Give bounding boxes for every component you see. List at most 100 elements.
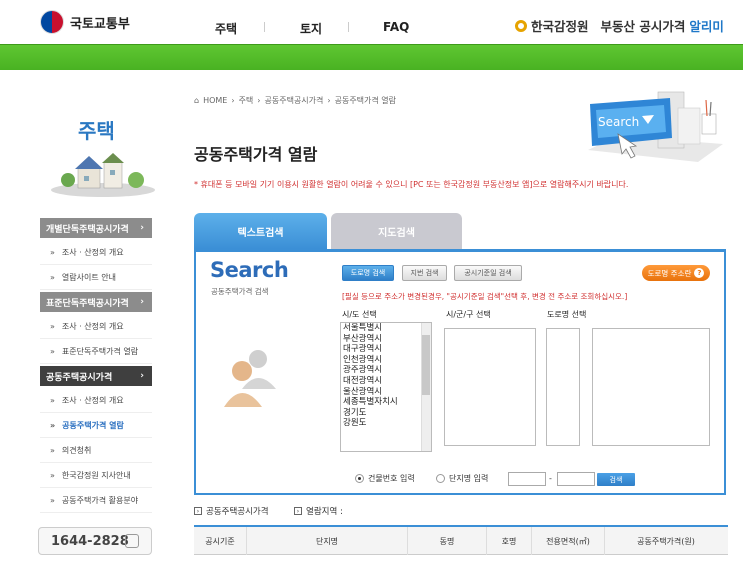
breadcrumb-sep: › (257, 96, 261, 105)
brand[interactable]: 한국감정원 부동산 공시가격 알리미 (515, 16, 724, 35)
list-item[interactable]: 대구광역시 (341, 344, 431, 355)
mobile-notice: * 휴대폰 등 모바일 기기 이용시 원활한 열람이 어려울 수 있으니 [PC… (194, 180, 629, 189)
list-item[interactable]: 부산광역시 (341, 334, 431, 345)
agency-name: 한국감정원 (531, 19, 589, 34)
list-item[interactable]: 광주광역시 (341, 365, 431, 376)
bullet-icon: » (50, 470, 55, 480)
road-address-help-button[interactable]: 도로명 주소란 ? (642, 265, 710, 281)
person-silhouette-icon (224, 350, 276, 407)
bullet-icon: » (50, 395, 55, 405)
radio-label: 단지명 입력 (449, 474, 489, 483)
nav-housing[interactable]: 주택 (215, 20, 237, 37)
scrollbar-thumb[interactable] (422, 335, 430, 395)
search-submit-button[interactable]: 검색 (597, 473, 635, 486)
section-bullet-icon: › (294, 507, 302, 515)
section-area: › 열람지역 : (294, 505, 343, 517)
scrollbar[interactable] (421, 323, 431, 451)
lot-search-button[interactable]: 지번 검색 (402, 265, 447, 281)
phone-number-box: 1644-2828 (38, 527, 152, 555)
phone-icon (125, 534, 139, 548)
col-price: 공동주택가격(원) (637, 537, 695, 546)
road-label: 도로명 선택 (547, 310, 587, 319)
nav-faq[interactable]: FAQ (383, 20, 409, 34)
tab-map-search[interactable]: 지도검색 (331, 213, 462, 249)
sidebar-item-overview[interactable]: » 조사 · 산정의 개요 (40, 240, 152, 265)
dash-separator: - (549, 474, 552, 483)
col-dong: 동명 (439, 537, 455, 546)
sido-listbox[interactable]: 서울특별시 부산광역시 대구광역시 인천광역시 광주광역시 대전광역시 울산광역… (340, 322, 432, 452)
building-number-main-input[interactable] (508, 472, 546, 486)
sidebar-item-branch[interactable]: » 한국감정원 지사안내 (40, 463, 152, 488)
sidebar-item-site-guide[interactable]: » 열람사이트 안내 (40, 265, 152, 290)
sidebar-item-label: 공동주택가격 활용분야 (61, 495, 139, 505)
road-search-button[interactable]: 도로명 검색 (342, 265, 394, 281)
list-item[interactable]: 서울특별시 (341, 323, 431, 334)
nav-divider (264, 22, 265, 32)
sidebar-item-label: 열람사이트 안내 (61, 272, 116, 282)
page-title: 공동주택가격 열람 (194, 145, 318, 164)
breadcrumb: ⌂ HOME › 주택 › 공동주택공시가격 › 공동주택가격 열람 (194, 95, 396, 106)
address-change-warning: [필실 등으로 주소가 변경된경우, "공시기준일 검색"선택 후, 변경 전 … (342, 292, 628, 301)
road-help-label: 도로명 주소란 (647, 268, 692, 278)
banner-search-text: Search (598, 115, 639, 129)
list-item[interactable]: 울산광역시 (341, 387, 431, 398)
page: 국토교통부 주택 토지 FAQ 한국감정원 부동산 공시가격 알리미 주택 개별… (0, 0, 743, 567)
list-item[interactable]: 경기도 (341, 408, 431, 419)
sidebar-group-apartment[interactable]: 공동주택공시가격 › (40, 366, 152, 386)
road-initial-listbox[interactable] (546, 328, 580, 446)
section-bullet-icon: › (194, 507, 202, 515)
sidebar-item-overview[interactable]: » 조사 · 산정의 개요 (40, 388, 152, 413)
sidebar-item-apartment-view[interactable]: » 공동주택가격 열람 (40, 413, 152, 438)
bullet-icon: » (50, 321, 55, 331)
sidebar-group-individual[interactable]: 개별단독주택공시가격 › (40, 218, 152, 238)
radio-button[interactable] (436, 474, 445, 483)
sido-label: 시/도 선택 (342, 310, 377, 319)
col-ho: 호명 (501, 537, 517, 546)
search-banner-illustration: Search (588, 91, 723, 162)
sidebar-group-standard[interactable]: 표준단독주택공시가격 › (40, 292, 152, 312)
tab-text-search[interactable]: 텍스트검색 (194, 213, 327, 249)
list-item[interactable]: 인천광역시 (341, 355, 431, 366)
sidebar-item-label: 의견청취 (61, 445, 92, 455)
question-icon: ? (694, 268, 705, 278)
list-item[interactable]: 세종특별자치시 (341, 397, 431, 408)
radio-complex-name[interactable]: 단지명 입력 (436, 473, 488, 484)
ministry-name: 국토교통부 (70, 16, 130, 32)
nav-divider (348, 22, 349, 32)
sidebar-title: 주택 (78, 119, 115, 143)
breadcrumb-apartment[interactable]: 공동주택공시가격 (265, 95, 324, 106)
sidebar-item-label: 표준단독주택가격 열람 (61, 346, 139, 356)
sidebar-group-label: 공동주택공시가격 (46, 372, 113, 383)
sidebar-item-overview[interactable]: » 조사 · 산정의 개요 (40, 314, 152, 339)
green-banner-bar (0, 44, 743, 70)
radio-button-checked[interactable] (355, 474, 364, 483)
road-listbox[interactable] (592, 328, 710, 446)
col-date: 공시기준 (205, 537, 235, 546)
radio-building-number[interactable]: 건물번호 입력 (355, 473, 415, 484)
list-item[interactable]: 대전광역시 (341, 376, 431, 387)
breadcrumb-home[interactable]: HOME (203, 96, 227, 105)
search-heading: Search (210, 258, 289, 282)
date-search-button[interactable]: 공시기준일 검색 (454, 265, 522, 281)
sidebar-item-usage[interactable]: » 공동주택가격 활용분야 (40, 488, 152, 513)
section-area-label: 열람지역 : (306, 507, 343, 517)
breadcrumb-housing[interactable]: 주택 (239, 95, 254, 106)
sigungu-listbox[interactable] (444, 328, 536, 446)
taegeuk-emblem-icon (40, 10, 64, 34)
sidebar-item-standard-view[interactable]: » 표준단독주택가격 열람 (40, 339, 152, 364)
list-item[interactable]: 강원도 (341, 418, 431, 429)
ministry-logo[interactable]: 국토교통부 (40, 10, 130, 34)
sidebar-item-label: 조사 · 산정의 개요 (61, 247, 124, 257)
breadcrumb-sep: › (231, 96, 235, 105)
chevron-right-icon: › (140, 371, 144, 381)
sidebar-group-label: 개별단독주택공시가격 (46, 224, 129, 235)
service-highlight: 알리미 (689, 19, 724, 34)
bullet-icon: » (50, 445, 55, 455)
sidebar-item-label: 조사 · 산정의 개요 (61, 395, 124, 405)
sidebar-item-opinion[interactable]: » 의견청취 (40, 438, 152, 463)
col-area: 전용면적(㎡) (546, 537, 590, 546)
houses-illustration-icon (51, 153, 155, 197)
building-number-sub-input[interactable] (557, 472, 595, 486)
nav-land[interactable]: 토지 (300, 20, 322, 37)
bullet-icon: » (50, 272, 55, 282)
